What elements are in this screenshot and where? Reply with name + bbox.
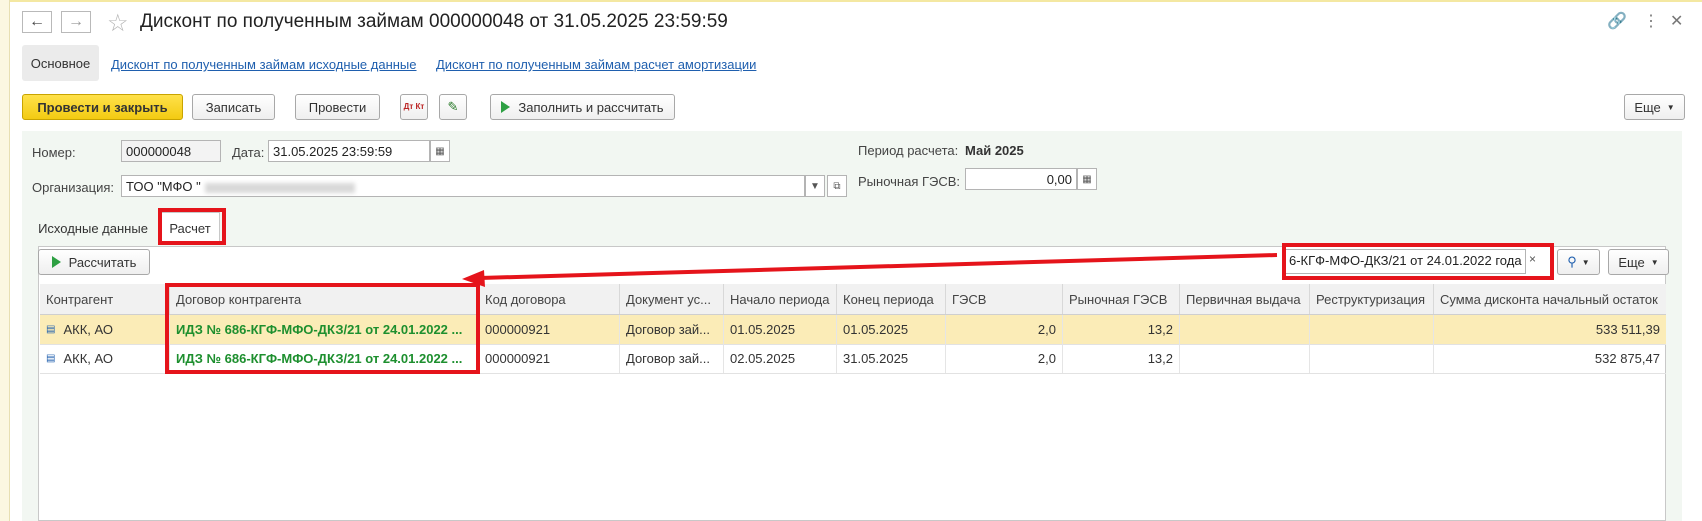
annotation-arrow (462, 253, 1278, 287)
